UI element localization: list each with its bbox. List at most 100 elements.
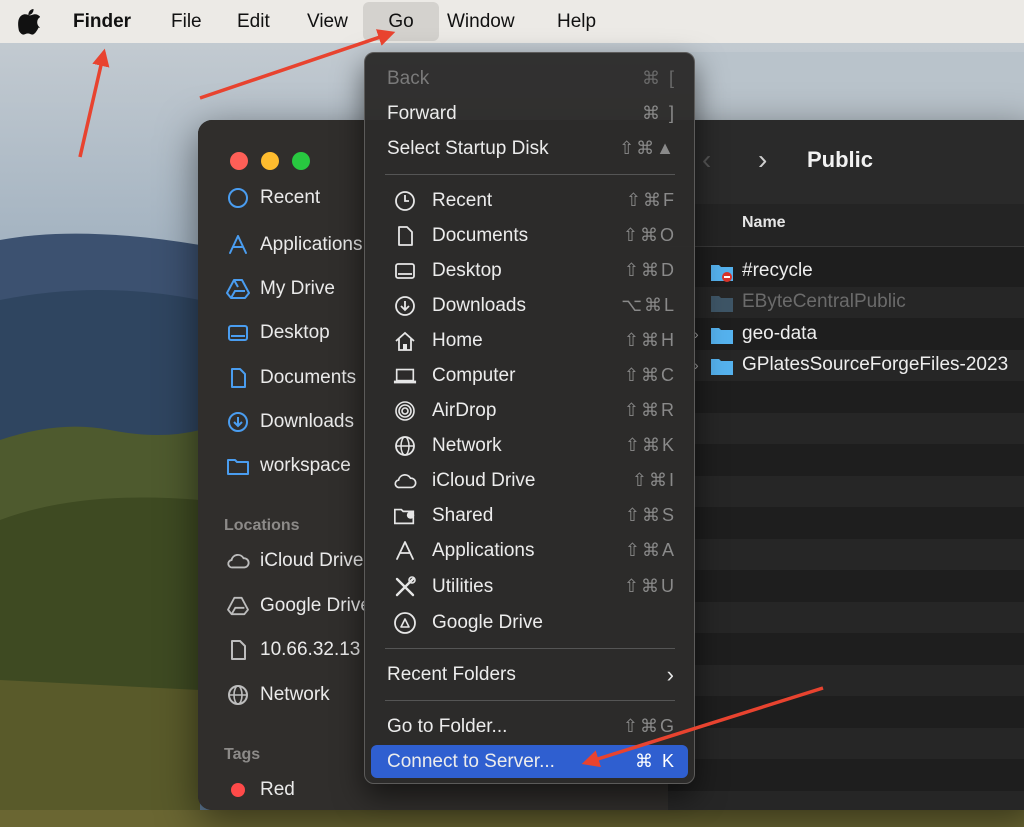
folder-icon bbox=[710, 293, 733, 313]
shortcut: ⇧⌘▲ bbox=[619, 138, 676, 158]
menu-item-select-startup-disk[interactable]: Select Startup Disk ⇧⌘▲ bbox=[371, 132, 688, 165]
menu-separator bbox=[385, 700, 675, 701]
menu-item-shared[interactable]: Shared ⇧⌘S bbox=[371, 499, 688, 532]
sidebar-item-label: Recent bbox=[260, 187, 321, 208]
sidebar-item-label: Documents bbox=[260, 367, 357, 388]
shortcut: ⇧⌘G bbox=[622, 716, 676, 736]
sidebar-item-downloads[interactable]: Downloads bbox=[226, 407, 366, 437]
tag-dot-icon bbox=[226, 778, 250, 802]
sidebar-item-network[interactable]: Network bbox=[226, 680, 366, 710]
disclosure-chevron-icon[interactable]: › bbox=[694, 326, 708, 342]
sidebar-item-my-drive[interactable]: My Drive bbox=[226, 274, 366, 304]
file-browser: ‹ › Public Name #recycle EByteCentralPub… bbox=[668, 120, 1024, 810]
menu-item-desktop[interactable]: Desktop ⇧⌘D bbox=[371, 254, 688, 287]
sidebar-item-server[interactable]: 10.66.32.13 bbox=[226, 635, 366, 665]
menu-item-icloud-drive[interactable]: iCloud Drive ⇧⌘I bbox=[371, 464, 688, 497]
file-row-recycle[interactable]: #recycle bbox=[668, 255, 1024, 287]
column-header: Name bbox=[668, 204, 1024, 247]
menu-item-network[interactable]: Network ⇧⌘K bbox=[371, 429, 688, 462]
sidebar-item-recent[interactable]: Recent bbox=[226, 186, 366, 210]
sidebar-locations-heading: Locations bbox=[224, 517, 300, 534]
folder-icon bbox=[710, 356, 733, 376]
close-window-button[interactable] bbox=[230, 152, 248, 170]
column-header-name[interactable]: Name bbox=[742, 214, 786, 232]
shortcut: ⇧⌘D bbox=[623, 260, 676, 280]
menu-item-connect-to-server[interactable]: Connect to Server... ⌘ K bbox=[371, 745, 688, 778]
window-title: Public bbox=[807, 147, 874, 172]
sidebar-item-label: workspace bbox=[260, 455, 351, 476]
menu-edit[interactable]: Edit bbox=[237, 0, 270, 43]
folder-icon bbox=[710, 262, 733, 282]
menu-item-forward[interactable]: Forward ⌘ ] bbox=[371, 97, 688, 130]
shortcut: ⇧⌘R bbox=[623, 400, 676, 420]
menu-item-back[interactable]: Back ⌘ [ bbox=[371, 62, 688, 95]
sidebar-item-documents[interactable]: Documents bbox=[226, 363, 366, 393]
globe-icon bbox=[226, 683, 250, 707]
sidebar-item-tag-red[interactable]: Red bbox=[226, 775, 366, 805]
shortcut: ⌘ K bbox=[634, 751, 676, 771]
cloud-icon bbox=[226, 549, 250, 573]
sidebar-item-label: Network bbox=[260, 684, 330, 705]
back-button[interactable]: ‹ bbox=[702, 144, 711, 176]
file-name: geo-data bbox=[742, 322, 818, 344]
chevron-right-icon: › bbox=[666, 661, 676, 687]
sidebar-item-label: Applications bbox=[260, 234, 363, 255]
sidebar-item-applications[interactable]: Applications bbox=[226, 230, 366, 260]
file-row-gplates[interactable]: › GPlatesSourceForgeFiles-2023 bbox=[668, 349, 1024, 381]
menu-item-applications[interactable]: Applications ⇧⌘A bbox=[371, 534, 688, 567]
applications-icon bbox=[226, 233, 250, 257]
zoom-window-button[interactable] bbox=[292, 152, 310, 170]
minimize-window-button[interactable] bbox=[261, 152, 279, 170]
menu-item-downloads[interactable]: Downloads ⌥⌘L bbox=[371, 289, 688, 322]
shortcut: ⇧⌘H bbox=[623, 330, 676, 350]
menu-item-computer[interactable]: Computer ⇧⌘C bbox=[371, 359, 688, 392]
sidebar-item-google-drive[interactable]: Google Drive bbox=[226, 591, 366, 621]
menu-item-airdrop[interactable]: AirDrop ⇧⌘R bbox=[371, 394, 688, 427]
menu-view[interactable]: View bbox=[307, 0, 348, 43]
google-drive-icon bbox=[226, 277, 250, 301]
apple-menu[interactable] bbox=[18, 0, 44, 43]
sidebar-item-label: Google Drive bbox=[260, 595, 366, 616]
document-icon bbox=[226, 638, 250, 662]
menu-file[interactable]: File bbox=[171, 0, 202, 43]
forward-button[interactable]: › bbox=[758, 144, 767, 176]
clock-icon bbox=[226, 186, 250, 210]
shared-folder-icon bbox=[393, 504, 417, 528]
shortcut: ⇧⌘A bbox=[624, 540, 676, 560]
google-drive-icon bbox=[393, 611, 417, 635]
house-icon bbox=[393, 329, 417, 353]
disclosure-chevron-icon[interactable]: › bbox=[694, 357, 708, 373]
file-row-ebytecentralpublic[interactable]: EByteCentralPublic bbox=[668, 286, 1024, 318]
folder-icon bbox=[226, 454, 250, 478]
menu-item-google-drive[interactable]: Google Drive bbox=[371, 606, 688, 639]
shortcut: ⌘ ] bbox=[641, 103, 676, 123]
sidebar-tags-heading: Tags bbox=[224, 746, 261, 763]
sidebar-item-label: iCloud Drive bbox=[260, 550, 364, 571]
sidebar-item-label: My Drive bbox=[260, 278, 335, 299]
menu-help[interactable]: Help bbox=[557, 0, 596, 43]
shortcut: ⌘ [ bbox=[641, 68, 676, 88]
document-icon bbox=[393, 224, 417, 248]
menu-item-recent[interactable]: Recent ⇧⌘F bbox=[371, 184, 688, 217]
menu-item-recent-folders[interactable]: Recent Folders › bbox=[371, 658, 688, 691]
apple-icon bbox=[18, 9, 41, 35]
shortcut: ⌥⌘L bbox=[621, 295, 676, 315]
shortcut: ⇧⌘C bbox=[623, 365, 676, 385]
sidebar-item-desktop[interactable]: Desktop bbox=[226, 318, 366, 348]
sidebar-item-icloud[interactable]: iCloud Drive bbox=[226, 546, 366, 576]
file-name: #recycle bbox=[742, 259, 813, 281]
menu-item-utilities[interactable]: Utilities ⇧⌘U bbox=[371, 570, 688, 603]
menu-bar: Finder File Edit View Go Window Help bbox=[0, 0, 1024, 43]
menu-go[interactable]: Go bbox=[363, 2, 439, 41]
menu-item-go-to-folder[interactable]: Go to Folder... ⇧⌘G bbox=[371, 710, 688, 743]
menu-finder[interactable]: Finder bbox=[73, 0, 131, 43]
globe-icon bbox=[393, 434, 417, 458]
sidebar-item-workspace[interactable]: workspace bbox=[226, 451, 366, 481]
shortcut: ⇧⌘S bbox=[624, 505, 676, 525]
menu-item-home[interactable]: Home ⇧⌘H bbox=[371, 324, 688, 357]
menu-window[interactable]: Window bbox=[447, 0, 515, 43]
desktop-icon bbox=[393, 259, 417, 283]
menu-item-documents[interactable]: Documents ⇧⌘O bbox=[371, 219, 688, 252]
document-icon bbox=[226, 366, 250, 390]
file-row-geo-data[interactable]: › geo-data bbox=[668, 318, 1024, 350]
